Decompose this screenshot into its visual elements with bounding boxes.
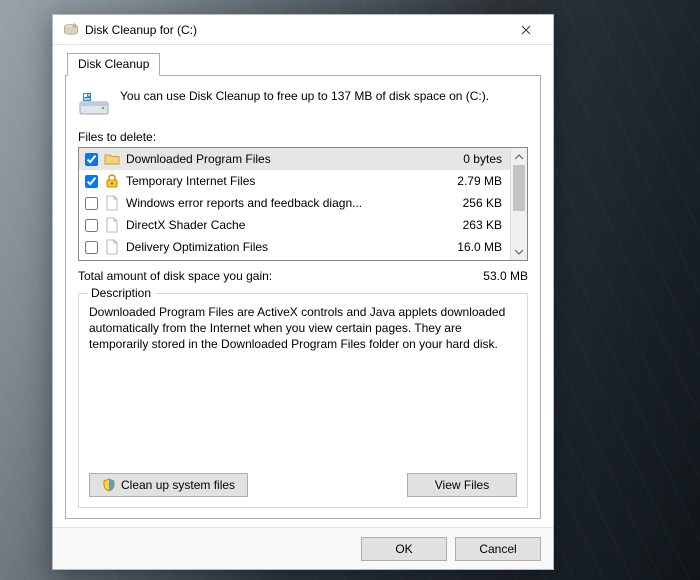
scroll-thumb[interactable] (513, 165, 525, 211)
scrollbar[interactable] (510, 148, 527, 260)
window-title: Disk Cleanup for (C:) (85, 23, 505, 37)
close-button[interactable] (505, 17, 547, 43)
description-text: Downloaded Program Files are ActiveX con… (89, 304, 517, 465)
file-size: 0 bytes (444, 152, 506, 166)
content-area: Disk Cleanup You can use Disk Cleanup to… (53, 45, 553, 527)
files-label: Files to delete: (78, 130, 528, 144)
file-row[interactable]: Windows error reports and feedback diagn… (79, 192, 510, 214)
chevron-down-icon (515, 249, 523, 255)
file-checkbox[interactable] (85, 241, 98, 254)
file-name: DirectX Shader Cache (126, 218, 444, 232)
disk-cleanup-icon (63, 22, 79, 38)
total-value: 53.0 MB (483, 269, 528, 283)
file-name: Downloaded Program Files (126, 152, 444, 166)
ok-button[interactable]: OK (361, 537, 447, 561)
cleanup-button-label: Clean up system files (121, 478, 235, 492)
cancel-button[interactable]: Cancel (455, 537, 541, 561)
files-listbox[interactable]: Downloaded Program Files0 bytesTemporary… (78, 147, 528, 261)
chevron-up-icon (515, 154, 523, 160)
info-text: You can use Disk Cleanup to free up to 1… (120, 88, 489, 120)
info-row: You can use Disk Cleanup to free up to 1… (78, 88, 528, 120)
scroll-down-button[interactable] (511, 243, 527, 260)
file-checkbox[interactable] (85, 219, 98, 232)
file-size: 2.79 MB (444, 174, 506, 188)
file-name: Temporary Internet Files (126, 174, 444, 188)
view-files-label: View Files (435, 478, 489, 492)
shield-icon (102, 478, 116, 492)
description-title: Description (87, 286, 155, 300)
tabpanel: You can use Disk Cleanup to free up to 1… (65, 75, 541, 519)
group-buttons: Clean up system files View Files (89, 473, 517, 497)
cancel-label: Cancel (479, 542, 516, 556)
files-list: Downloaded Program Files0 bytesTemporary… (79, 148, 510, 260)
lock-icon (104, 173, 120, 189)
total-row: Total amount of disk space you gain: 53.… (78, 269, 528, 283)
file-row[interactable]: DirectX Shader Cache263 KB (79, 214, 510, 236)
description-group: Description Downloaded Program Files are… (78, 293, 528, 508)
drive-icon (78, 88, 110, 120)
tabstrip: Disk Cleanup (65, 53, 541, 76)
file-size: 16.0 MB (444, 240, 506, 254)
disk-cleanup-dialog: Disk Cleanup for (C:) Disk Cleanup (52, 14, 554, 570)
file-row[interactable]: Delivery Optimization Files16.0 MB (79, 236, 510, 258)
total-label: Total amount of disk space you gain: (78, 269, 483, 283)
file-icon (104, 195, 120, 211)
folder-icon (104, 151, 120, 167)
scroll-up-button[interactable] (511, 148, 527, 165)
file-size: 263 KB (444, 218, 506, 232)
dialog-footer: OK Cancel (53, 527, 553, 569)
file-icon (104, 217, 120, 233)
file-row[interactable]: Temporary Internet Files2.79 MB (79, 170, 510, 192)
file-checkbox[interactable] (85, 197, 98, 210)
view-files-button[interactable]: View Files (407, 473, 517, 497)
file-row[interactable]: Downloaded Program Files0 bytes (79, 148, 510, 170)
cleanup-system-files-button[interactable]: Clean up system files (89, 473, 248, 497)
file-name: Windows error reports and feedback diagn… (126, 196, 444, 210)
tab-disk-cleanup[interactable]: Disk Cleanup (67, 53, 160, 76)
file-checkbox[interactable] (85, 175, 98, 188)
file-size: 256 KB (444, 196, 506, 210)
file-icon (104, 239, 120, 255)
close-icon (521, 25, 531, 35)
file-checkbox[interactable] (85, 153, 98, 166)
titlebar[interactable]: Disk Cleanup for (C:) (53, 15, 553, 45)
file-name: Delivery Optimization Files (126, 240, 444, 254)
ok-label: OK (395, 542, 412, 556)
